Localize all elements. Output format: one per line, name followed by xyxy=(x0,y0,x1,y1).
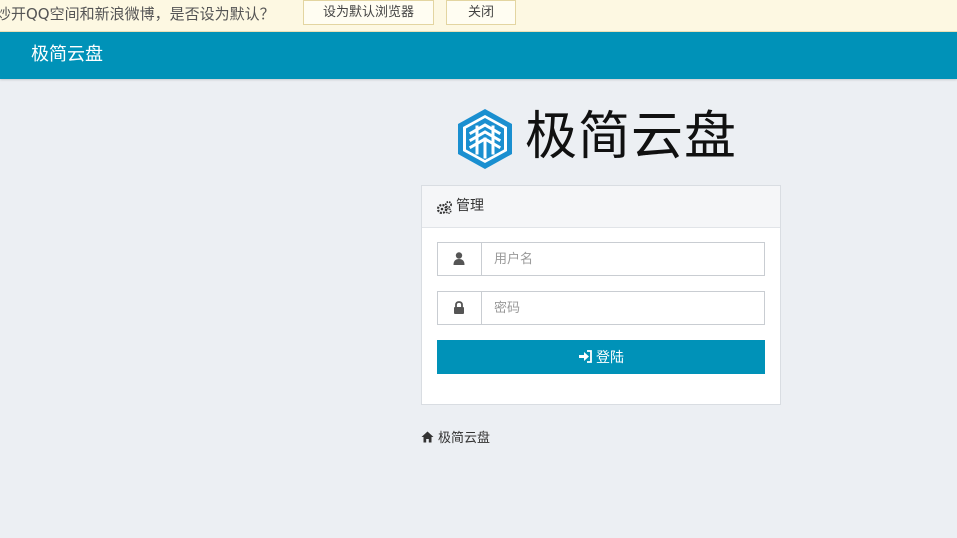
user-icon xyxy=(453,252,465,265)
login-panel: 管理 登陆 xyxy=(421,185,781,405)
footer-home-label: 极简云盘 xyxy=(438,431,491,446)
password-input[interactable] xyxy=(482,292,764,324)
home-icon xyxy=(421,431,434,442)
logo-cube-icon xyxy=(458,109,512,169)
site-logo: 极简云盘 xyxy=(455,104,745,174)
close-notification-button[interactable]: 关闭 xyxy=(446,0,516,25)
username-field xyxy=(437,242,765,276)
default-browser-bar: 炒开QQ空间和新浪微博，是否设为默认？ 设为默认浏览器 关闭 xyxy=(0,0,957,32)
set-default-browser-button[interactable]: 设为默认浏览器 xyxy=(303,0,434,25)
footer-home-link[interactable]: 极简云盘 xyxy=(421,427,490,446)
top-navbar: 极简云盘 xyxy=(0,32,957,79)
default-browser-message: 炒开QQ空间和新浪微博，是否设为默认？ xyxy=(0,5,275,23)
panel-heading: 管理 xyxy=(422,186,780,228)
password-addon xyxy=(438,292,482,324)
lock-icon xyxy=(454,301,464,314)
username-addon xyxy=(438,243,482,275)
sign-in-icon xyxy=(579,350,592,364)
username-input[interactable] xyxy=(482,243,764,275)
panel-title: 管理 xyxy=(456,198,484,214)
navbar-brand[interactable]: 极简云盘 xyxy=(31,44,103,66)
logo-text: 极简云盘 xyxy=(525,107,738,167)
login-button[interactable]: 登陆 xyxy=(437,340,765,374)
password-field xyxy=(437,291,765,325)
login-button-label: 登陆 xyxy=(596,349,624,366)
gears-icon xyxy=(436,199,452,218)
